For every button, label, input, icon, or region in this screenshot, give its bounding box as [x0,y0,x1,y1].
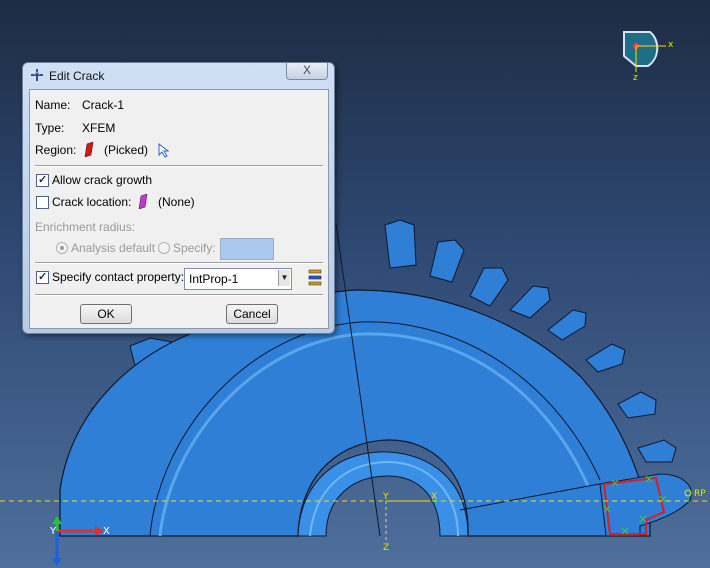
specify-radio[interactable] [158,242,170,254]
crack-location-checkbox[interactable] [36,196,49,209]
view-triad-top: x z [623,31,674,83]
type-value: XFEM [82,121,116,135]
specify-label: Specify: [173,241,216,255]
dialog-panel: Name: Crack-1 Type: XFEM Region: (Picked… [29,89,329,329]
region-label: Region: [35,143,77,157]
part-axes [385,500,430,540]
allow-growth-checkbox[interactable]: ✓ [36,174,49,187]
ok-button[interactable]: OK [80,304,132,324]
separator-3 [35,294,323,296]
triad-top-x: x [668,40,674,50]
dialog-title: Edit Crack [49,69,105,83]
part-axis-x: X [431,492,437,502]
region-value: (Picked) [104,143,149,157]
triad-top-z: z [633,73,638,83]
select-region-arrow-icon[interactable] [158,143,170,158]
type-label: Type: [35,121,65,135]
contact-property-label: Specify contact property: [52,270,185,284]
allow-growth-label: Allow crack growth [52,173,153,187]
dialog-titlebar[interactable]: Edit Crack X [23,63,334,87]
part-axis-y: Y [382,492,389,502]
crack-location-value: (None) [158,195,195,209]
name-value: Crack-1 [82,98,125,112]
region-face-icon [84,142,94,157]
crack-dialog-icon [31,69,43,81]
close-button[interactable]: X [286,63,328,80]
triad-bottom-x: X [103,526,110,537]
chevron-down-icon[interactable]: ▼ [278,270,290,286]
model-viewport[interactable]: Y X Z RP x z X Y Edit Crack X Name: Crac… [0,0,710,568]
analysis-default-radio[interactable] [56,242,68,254]
separator-2 [35,262,323,264]
analysis-default-label: Analysis default [71,241,156,255]
cancel-button[interactable]: Cancel [226,304,278,324]
part-axis-z: Z [383,543,389,553]
contact-check-icon: ✓ [38,271,48,283]
separator-1 [35,165,323,167]
edit-crack-dialog: Edit Crack X Name: Crack-1 Type: XFEM Re… [22,62,335,334]
crack-location-face-icon [138,194,148,209]
name-label: Name: [35,98,71,112]
contact-property-select[interactable]: IntProp-1 ▼ [184,268,292,290]
crack-location-label: Crack location: [52,195,132,209]
enrichment-label: Enrichment radius: [35,220,136,234]
specify-radius-input[interactable] [220,238,274,260]
contact-property-value: IntProp-1 [189,272,239,286]
triad-bottom-y: Y [49,526,57,537]
reference-point-label: RP [694,489,706,499]
contact-property-checkbox[interactable]: ✓ [36,271,49,284]
interaction-property-manager-icon[interactable] [307,269,323,287]
allow-growth-check-icon: ✓ [38,174,48,186]
